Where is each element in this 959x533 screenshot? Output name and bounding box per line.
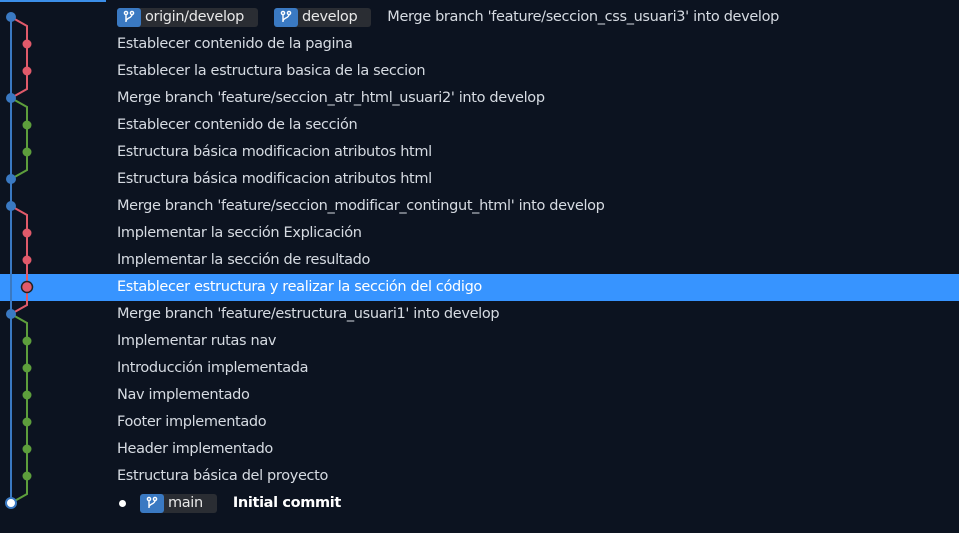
commit-message: Implementar la sección de resultado — [117, 252, 371, 268]
commit-node — [22, 444, 32, 454]
commit-node — [22, 39, 32, 49]
commit-node — [22, 417, 32, 427]
branch-tag[interactable]: main — [140, 493, 217, 513]
commit-row[interactable]: Implementar la sección Explicación — [0, 220, 959, 247]
commit-message: Merge branch 'feature/seccion_atr_html_u… — [117, 90, 545, 106]
commit-node — [6, 174, 16, 184]
head-indicator — [119, 499, 126, 507]
commit-row[interactable]: Header implementado — [0, 436, 959, 463]
commit-message: Initial commit — [232, 495, 342, 511]
branch-line — [10, 16, 28, 99]
commit-row[interactable]: Merge branch 'feature/seccion_modificar_… — [0, 193, 959, 220]
commit-row[interactable]: Estructura básica modificacion atributos… — [0, 166, 959, 193]
branch-line — [10, 97, 28, 180]
commit-node — [5, 497, 17, 509]
commit-row[interactable]: Introducción implementada — [0, 355, 959, 382]
branch-icon — [117, 7, 141, 27]
commit-row[interactable]: main Initial commit — [0, 490, 959, 517]
commit-message: Implementar rutas nav — [117, 333, 277, 349]
commit-message: Establecer estructura y realizar la secc… — [117, 279, 482, 295]
branch-icon — [274, 7, 299, 27]
commit-row[interactable]: Merge branch 'feature/seccion_atr_html_u… — [0, 85, 959, 112]
commit-node — [6, 309, 16, 319]
commit-message: Estructura básica del proyecto — [117, 468, 329, 484]
commit-message: Header implementado — [117, 441, 273, 457]
commit-row[interactable]: Implementar la sección de resultado — [0, 247, 959, 274]
commit-message: Merge branch 'feature/seccion_modificar_… — [117, 198, 605, 214]
commit-node — [20, 280, 34, 294]
commit-row[interactable]: Footer implementado — [0, 409, 959, 436]
branch-tag-label: main — [168, 495, 203, 511]
commit-row[interactable]: Establecer la estructura basica de la se… — [0, 58, 959, 85]
commit-row[interactable]: Establecer contenido de la sección — [0, 112, 959, 139]
branch-tag[interactable]: develop — [274, 7, 372, 27]
commit-row[interactable]: Nav implementado — [0, 382, 959, 409]
branch-tag[interactable]: origin/develop — [117, 7, 259, 27]
commit-node — [6, 201, 16, 211]
commit-row[interactable]: Establecer estructura y realizar la secc… — [0, 273, 959, 301]
commit-node — [22, 363, 32, 373]
commit-node — [22, 336, 32, 346]
commit-message: Introducción implementada — [117, 360, 309, 376]
commit-node — [6, 12, 16, 22]
commit-row[interactable]: origin/develop develop Merge branch 'featu… — [0, 4, 959, 31]
commit-message: Establecer la estructura basica de la se… — [117, 63, 426, 79]
commit-node — [22, 147, 32, 157]
commit-node — [22, 120, 32, 130]
commit-node — [22, 66, 32, 76]
commit-message: Estructura básica modificacion atributos… — [117, 144, 432, 160]
commit-node — [22, 255, 32, 265]
commit-row[interactable]: Estructura básica del proyecto — [0, 463, 959, 490]
commit-node — [22, 390, 32, 400]
commit-row[interactable]: Implementar rutas nav — [0, 328, 959, 355]
commit-message: Implementar la sección Explicación — [117, 225, 362, 241]
commit-message: Estructura básica modificacion atributos… — [117, 171, 432, 187]
commit-message: Establecer contenido de la sección — [117, 117, 358, 133]
commit-message: Establecer contenido de la pagina — [117, 36, 353, 52]
commit-graph — [5, 12, 34, 509]
commit-node — [22, 471, 32, 481]
commit-node — [6, 93, 16, 103]
commit-message: Nav implementado — [117, 387, 250, 403]
commit-message: Merge branch 'feature/estructura_usuari1… — [117, 306, 500, 322]
commit-row[interactable]: Estructura básica modificacion atributos… — [0, 139, 959, 166]
commit-message: Footer implementado — [117, 414, 267, 430]
commit-node — [22, 228, 32, 238]
branch-tag-label: develop — [302, 9, 358, 25]
commit-row[interactable]: Merge branch 'feature/estructura_usuari1… — [0, 301, 959, 328]
branch-icon — [140, 493, 164, 513]
commit-row[interactable]: Establecer contenido de la pagina — [0, 31, 959, 58]
branch-tag-label: origin/develop — [145, 9, 245, 25]
commit-message: Merge branch 'feature/seccion_css_usuari… — [387, 9, 779, 25]
